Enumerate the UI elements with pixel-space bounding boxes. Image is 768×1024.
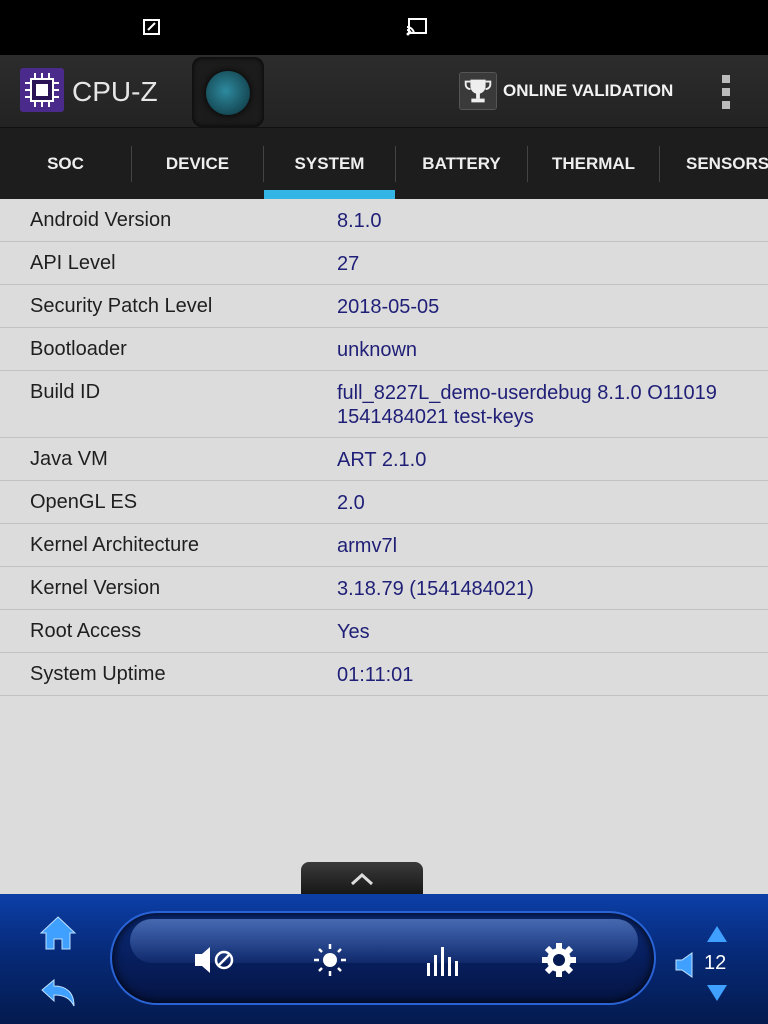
app-bar: CPU-Z ONLINE VALIDATION <box>0 55 768 128</box>
item-key: OpenGL ES <box>30 491 138 513</box>
screenshot-icon <box>143 19 160 35</box>
item-value: 3.18.79 (1541484021) <box>337 578 534 600</box>
cast-icon <box>406 18 427 36</box>
active-tab-indicator <box>264 190 395 199</box>
volume-icon <box>675 952 693 978</box>
tab-label: BATTERY <box>422 153 501 173</box>
online-validation-button[interactable]: ONLINE VALIDATION <box>459 71 673 111</box>
item-value: 8.1.0 <box>337 210 382 232</box>
item-key: Bootloader <box>30 338 127 360</box>
status-bar <box>0 0 768 55</box>
item-value: 01:11:01 <box>337 664 414 686</box>
tab-sensors[interactable]: SENSORS <box>660 128 768 199</box>
online-validation-label: ONLINE VALIDATION <box>503 81 674 100</box>
list-item: Build ID full_8227L_demo-userdebug 8.1.0 … <box>0 371 768 438</box>
item-value: Yes <box>337 621 370 643</box>
item-key: Kernel Architecture <box>30 534 199 556</box>
item-value: armv7l <box>337 535 398 557</box>
item-key: Android Version <box>30 209 172 231</box>
item-key: System Uptime <box>30 663 166 685</box>
list-item: API Level 27 <box>0 242 768 285</box>
trophy-icon <box>459 72 497 110</box>
mute-icon[interactable] <box>192 943 236 977</box>
chevron-up-icon <box>350 872 374 886</box>
item-value: full_8227L_demo-userdebug 8.1.0 O11019 1… <box>337 382 717 428</box>
item-key: Root Access <box>30 620 142 642</box>
tab-device[interactable]: DEVICE <box>132 128 263 199</box>
list-item: Security Patch Level 2018-05-05 <box>0 285 768 328</box>
home-icon[interactable] <box>38 914 78 952</box>
item-value: 2018-05-05 <box>337 296 440 318</box>
volume-level: 12 <box>704 952 727 974</box>
settings-icon[interactable] <box>537 943 581 977</box>
volume-down-icon[interactable] <box>706 984 728 1002</box>
bottom-control-bar: 12 <box>0 894 768 1024</box>
drawer-handle[interactable] <box>301 862 423 896</box>
tab-label: DEVICE <box>165 153 230 173</box>
item-value: 2.0 <box>337 492 365 514</box>
item-value: 27 <box>337 253 360 275</box>
list-item: Root Access Yes <box>0 610 768 653</box>
quick-controls-pill <box>110 911 656 1005</box>
item-key: API Level <box>30 252 116 274</box>
list-item: Bootloader unknown <box>0 328 768 371</box>
list-item: Kernel Version 3.18.79 (1541484021) <box>0 567 768 610</box>
tab-system[interactable]: SYSTEM <box>264 128 395 199</box>
item-key: Kernel Version <box>30 577 161 599</box>
overflow-menu-icon[interactable] <box>716 75 736 109</box>
list-item: Java VM ART 2.1.0 <box>0 438 768 481</box>
tab-bar: SOC DEVICE SYSTEM BATTERY THERMAL SENSOR… <box>0 128 768 199</box>
tab-label: SENSORS <box>686 153 768 173</box>
item-key: Security Patch Level <box>30 295 213 317</box>
brightness-icon[interactable] <box>308 943 352 977</box>
item-key: Java VM <box>30 448 108 470</box>
cpu-chip-icon <box>20 68 64 112</box>
item-value: unknown <box>337 339 418 361</box>
app-title: CPU-Z <box>72 76 158 107</box>
floating-overlay-button[interactable] <box>192 57 264 127</box>
back-icon[interactable] <box>38 978 78 1010</box>
tab-label: SYSTEM <box>294 153 365 173</box>
tab-battery[interactable]: BATTERY <box>396 128 527 199</box>
system-info-list: Android Version 8.1.0 API Level 27 Securit… <box>0 199 768 696</box>
item-key: Build ID <box>30 381 101 403</box>
tab-label: THERMAL <box>551 153 636 173</box>
volume-up-icon[interactable] <box>706 925 728 943</box>
tab-label: SOC <box>47 153 84 173</box>
item-value: ART 2.1.0 <box>337 449 427 471</box>
list-item: System Uptime 01:11:01 <box>0 653 768 696</box>
tab-thermal[interactable]: THERMAL <box>528 128 659 199</box>
overlay-dot-icon <box>206 71 250 115</box>
volume-control: 12 <box>674 924 754 1004</box>
list-item: OpenGL ES 2.0 <box>0 481 768 524</box>
list-item: Android Version 8.1.0 <box>0 199 768 242</box>
tab-soc[interactable]: SOC <box>0 128 131 199</box>
list-item: Kernel Architecture armv7l <box>0 524 768 567</box>
equalizer-icon[interactable] <box>422 943 466 977</box>
